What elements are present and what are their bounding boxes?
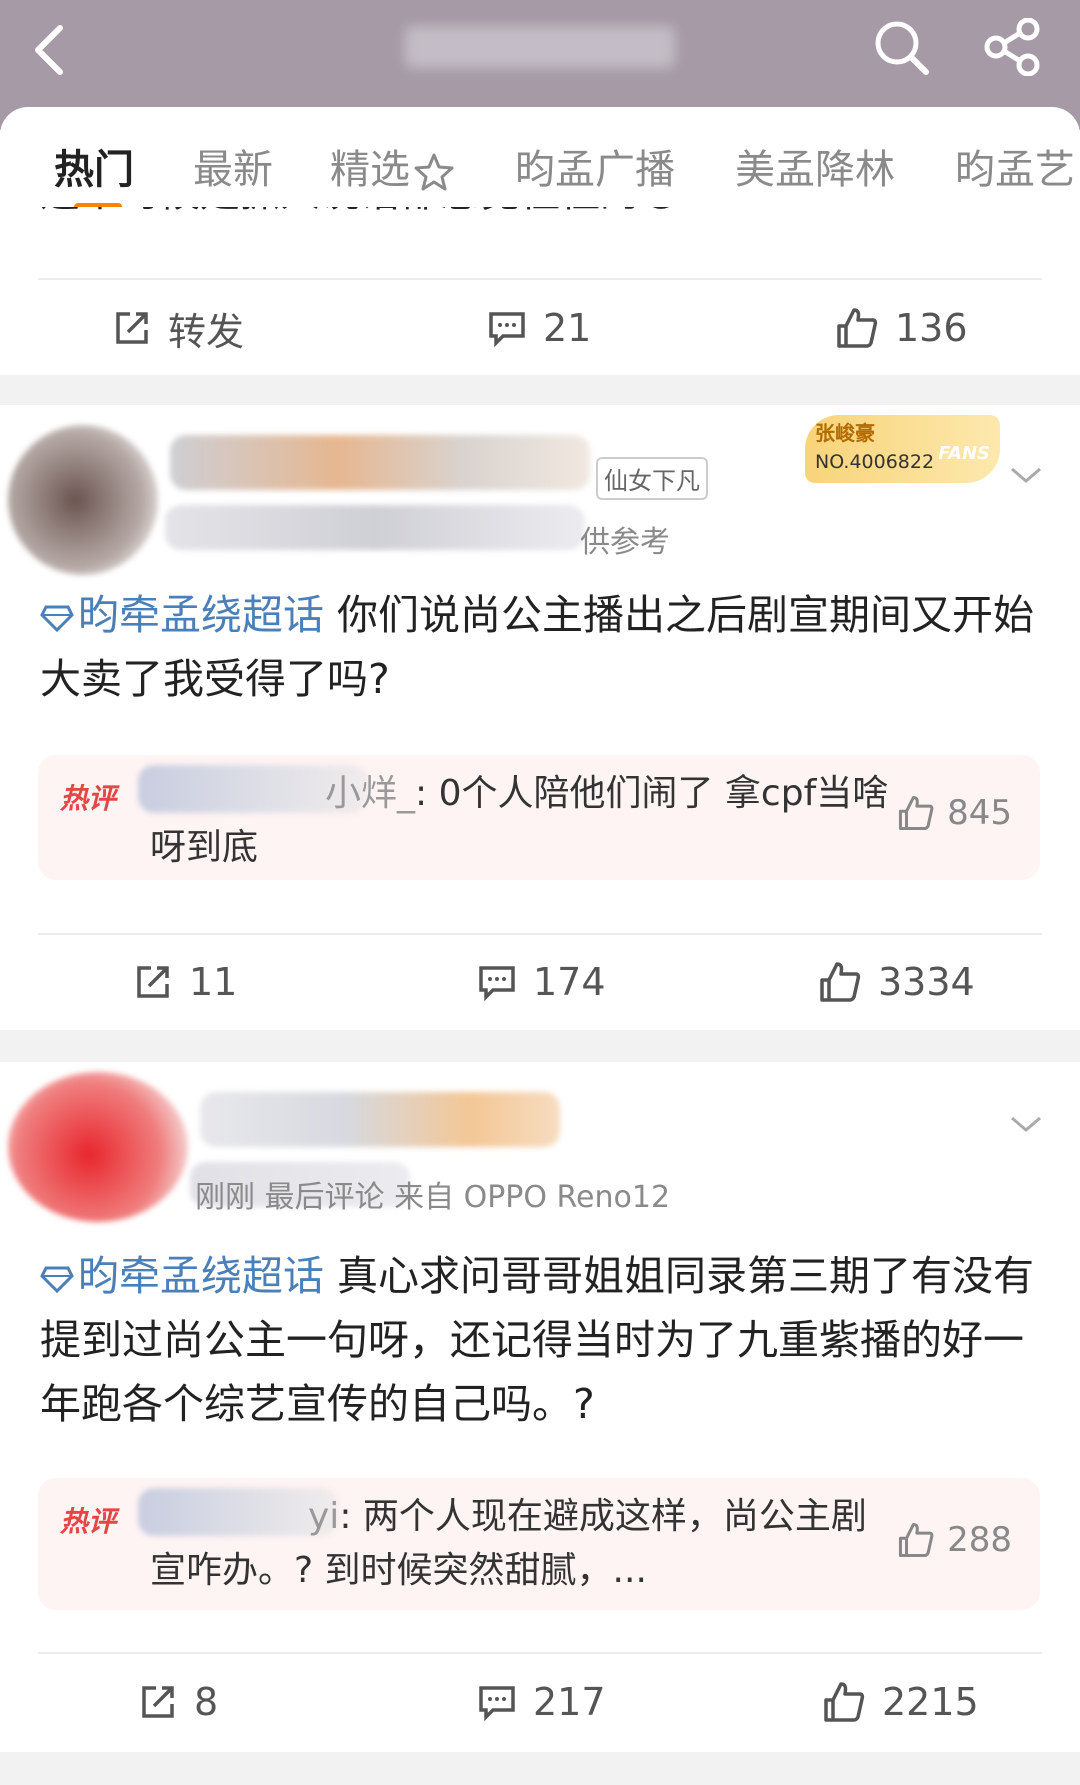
post-body: 昀牵孟绕超话 你们说尚公主播出之后剧宣期间又开始大卖了我受得了吗? bbox=[40, 591, 1035, 703]
avatar[interactable] bbox=[8, 1072, 188, 1222]
like-button[interactable]: 3334 bbox=[818, 942, 975, 1022]
post-actions: 11 174 3334 bbox=[0, 942, 1080, 1022]
username-blurred[interactable] bbox=[200, 1092, 560, 1147]
like-button[interactable]: 136 bbox=[835, 288, 968, 368]
repost-button[interactable]: 11 bbox=[133, 942, 237, 1022]
post-meta: 刚刚 最后评论 来自 OPPO Reno12 bbox=[195, 1180, 671, 1215]
comment-button[interactable]: 21 bbox=[487, 288, 591, 368]
post-body: 昀牵孟绕超话 真心求问哥哥姐姐同录第三期了有没有提到过尚公主一句呀，还记得当时为… bbox=[40, 1252, 1035, 1428]
post-card-2: 仙女下凡 供参考 张峻豪 NO.4006822 FANS 昀牵孟绕超话 你们说尚… bbox=[0, 405, 1080, 1030]
tab-broadcast[interactable]: 昀孟广播 bbox=[515, 137, 675, 195]
fan-badge[interactable]: 张峻豪 NO.4006822 FANS bbox=[805, 415, 1000, 483]
divider bbox=[38, 278, 1042, 280]
hot-comment-text: 小烊_: 0个人陪他们闹了 拿cpf当啥呀到底 bbox=[150, 773, 889, 868]
thumbs-up-icon bbox=[820, 962, 861, 1002]
tab-hot[interactable]: 热门 bbox=[54, 137, 134, 195]
repost-button[interactable]: 转发 bbox=[112, 288, 244, 368]
badge-fans: FANS bbox=[938, 443, 990, 464]
tab-latest[interactable]: 最新 bbox=[193, 137, 273, 195]
post-card-1: 这个时候是抓人说话都感觉怪怪的😅 转发 21 136 bbox=[0, 200, 1080, 375]
diamond-icon bbox=[40, 1266, 74, 1294]
divider bbox=[38, 933, 1042, 935]
comment-button[interactable]: 217 bbox=[477, 1662, 606, 1742]
post-meta-suffix: 供参考 bbox=[580, 525, 670, 560]
diamond-icon bbox=[40, 605, 74, 633]
badge-name: 张峻豪 bbox=[815, 421, 875, 445]
share-icon[interactable] bbox=[982, 18, 1042, 76]
comment-icon bbox=[479, 1686, 515, 1722]
comment-icon bbox=[479, 966, 515, 1002]
hot-comment-tag: 热评 bbox=[60, 1505, 117, 1538]
thumbs-up-icon bbox=[899, 1522, 934, 1558]
repost-icon bbox=[116, 312, 148, 344]
chevron-left-icon[interactable] bbox=[30, 20, 70, 80]
tab-meimeng[interactable]: 美孟降林 bbox=[735, 137, 895, 195]
hot-comment-like[interactable]: 288 bbox=[897, 1520, 1012, 1560]
super-topic-link[interactable]: 昀牵孟绕超话 bbox=[78, 1252, 324, 1300]
divider bbox=[38, 1652, 1042, 1654]
badge-number: NO.4006822 bbox=[815, 451, 935, 473]
comment-button[interactable]: 174 bbox=[477, 942, 606, 1022]
hot-comment-tag: 热评 bbox=[60, 782, 117, 815]
star-icon bbox=[414, 153, 454, 191]
hot-comment[interactable]: 热评 yi: 两个人现在避成这样，尚公主剧宣咋办。? 到时候突然甜腻，... 2… bbox=[38, 1478, 1040, 1610]
tab-featured[interactable]: 精选 bbox=[330, 137, 454, 195]
tab-variety[interactable]: 昀孟艺 bbox=[955, 137, 1075, 195]
meta-blurred bbox=[165, 505, 585, 550]
repost-button[interactable]: 8 bbox=[138, 1662, 218, 1742]
username-blurred[interactable] bbox=[170, 435, 590, 490]
chevron-down-icon[interactable] bbox=[1008, 463, 1044, 487]
user-tag: 仙女下凡 bbox=[596, 457, 708, 500]
thumbs-up-icon bbox=[899, 795, 934, 831]
repost-icon bbox=[137, 966, 169, 998]
comment-icon bbox=[489, 312, 525, 348]
page-title-blurred bbox=[405, 26, 675, 68]
post-actions: 转发 21 136 bbox=[0, 288, 1080, 368]
chevron-down-icon[interactable] bbox=[1008, 1112, 1044, 1136]
hot-comment[interactable]: 热评 小烊_: 0个人陪他们闹了 拿cpf当啥呀到底 845 bbox=[38, 755, 1040, 880]
thumbs-up-icon bbox=[837, 308, 878, 348]
post-actions: 8 217 2215 bbox=[0, 1662, 1080, 1742]
hot-comment-text: yi: 两个人现在避成这样，尚公主剧宣咋办。? 到时候突然甜腻，... bbox=[150, 1496, 867, 1591]
super-topic-link[interactable]: 昀牵孟绕超话 bbox=[78, 591, 324, 639]
post-card-3: 刚刚 最后评论 来自 OPPO Reno12 昀牵孟绕超话 真心求问哥哥姐姐同录… bbox=[0, 1062, 1080, 1752]
active-tab-indicator bbox=[74, 203, 122, 207]
search-icon[interactable] bbox=[872, 18, 930, 76]
tab-bar: 热门 最新 精选 昀孟广播 美孟降林 昀孟艺 bbox=[0, 107, 1080, 207]
hot-comment-like[interactable]: 845 bbox=[897, 793, 1012, 833]
repost-icon bbox=[142, 1686, 174, 1718]
thumbs-up-icon bbox=[824, 1682, 865, 1722]
avatar[interactable] bbox=[8, 425, 158, 575]
like-button[interactable]: 2215 bbox=[822, 1662, 979, 1742]
